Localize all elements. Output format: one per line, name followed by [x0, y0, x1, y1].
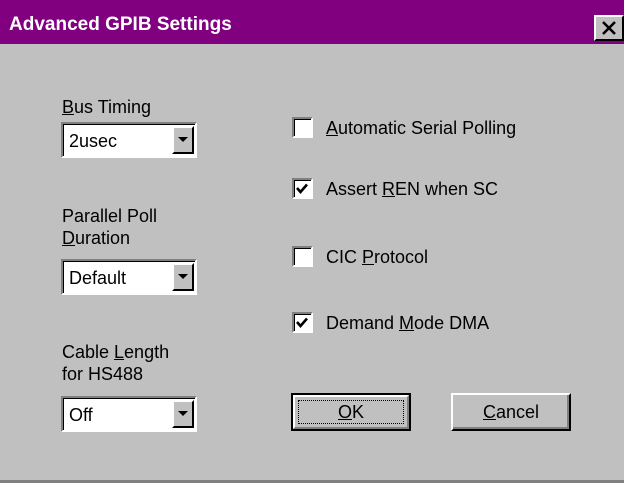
bus-timing-select[interactable]: 2usec — [61, 122, 197, 158]
automatic-serial-polling-label: Automatic Serial Polling — [326, 118, 517, 138]
cancel-button[interactable]: Cancel — [451, 393, 571, 431]
automatic-serial-polling-checkbox[interactable] — [292, 117, 313, 138]
title-bar: Advanced GPIB Settings — [0, 0, 624, 44]
cancel-button-label: Cancel — [482, 401, 540, 422]
chevron-down-icon[interactable] — [172, 126, 194, 154]
chevron-down-icon[interactable] — [172, 400, 194, 428]
ok-button[interactable]: OK — [291, 393, 411, 431]
checkmark-icon — [296, 317, 308, 328]
cic-protocol-checkbox[interactable] — [292, 246, 313, 267]
chevron-down-icon[interactable] — [172, 263, 194, 291]
parallel-poll-label: Parallel Poll Duration — [62, 206, 158, 248]
demand-mode-dma-checkbox[interactable] — [292, 312, 313, 333]
advanced-gpib-settings-dialog: Advanced GPIB Settings Bus Timing 2usec … — [0, 0, 624, 483]
cable-length-select[interactable]: Off — [61, 396, 197, 432]
parallel-poll-duration-value: Default — [69, 268, 127, 288]
close-icon — [602, 21, 616, 35]
assert-ren-label: Assert REN when SC — [326, 179, 499, 199]
parallel-poll-duration-select[interactable]: Default — [61, 259, 197, 295]
cable-length-value: Off — [69, 405, 93, 425]
window-title: Advanced GPIB Settings — [9, 14, 232, 35]
bus-timing-label: Bus Timing — [62, 97, 152, 117]
bus-timing-value: 2usec — [69, 131, 118, 151]
assert-ren-checkbox[interactable] — [292, 178, 313, 199]
ok-button-label: OK — [337, 401, 365, 422]
cic-protocol-label: CIC Protocol — [326, 247, 429, 267]
close-button[interactable] — [594, 15, 624, 41]
demand-mode-dma-label: Demand Mode DMA — [326, 313, 490, 333]
cable-length-label: Cable Length for HS488 — [62, 342, 170, 384]
checkmark-icon — [296, 183, 308, 194]
